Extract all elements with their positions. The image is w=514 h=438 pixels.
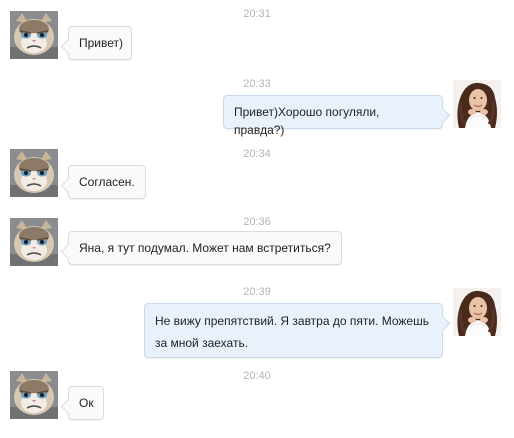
- message-bubble: Яна, я тут подумал. Может нам встретитьс…: [60, 231, 342, 265]
- woman-avatar[interactable]: [453, 80, 501, 128]
- cat-avatar[interactable]: [10, 11, 58, 59]
- message-timestamp: 20:31: [243, 8, 271, 20]
- message-bubble: Ок: [60, 386, 104, 420]
- message-text: Согласен.: [79, 175, 135, 189]
- message-bubble: Согласен.: [60, 165, 146, 199]
- chat-history: 20:31 Привет) 20:33 Привет)Хорошо погуля…: [0, 0, 514, 438]
- cat-avatar[interactable]: [10, 371, 58, 419]
- message-timestamp: 20:39: [243, 286, 271, 298]
- message-text: Не вижу препятствий. Я завтра до пяти. М…: [155, 314, 429, 350]
- cat-avatar[interactable]: [10, 218, 58, 266]
- cat-avatar[interactable]: [10, 149, 58, 197]
- message-timestamp: 20:34: [243, 148, 271, 160]
- message-text: Яна, я тут подумал. Может нам встретитьс…: [79, 241, 331, 255]
- message-timestamp: 20:36: [243, 216, 271, 228]
- message-text: Привет): [79, 36, 124, 50]
- message-text: Привет)Хорошо погуляли, правда?): [234, 105, 380, 137]
- woman-avatar[interactable]: [453, 288, 501, 336]
- message-bubble: Привет)Хорошо погуляли, правда?): [223, 95, 451, 137]
- message-bubble: Привет): [60, 26, 132, 60]
- message-timestamp: 20:40: [243, 370, 271, 382]
- message-text: Ок: [79, 396, 94, 410]
- message-timestamp: 20:33: [243, 78, 271, 90]
- message-bubble: Не вижу препятствий. Я завтра до пяти. М…: [144, 303, 451, 358]
